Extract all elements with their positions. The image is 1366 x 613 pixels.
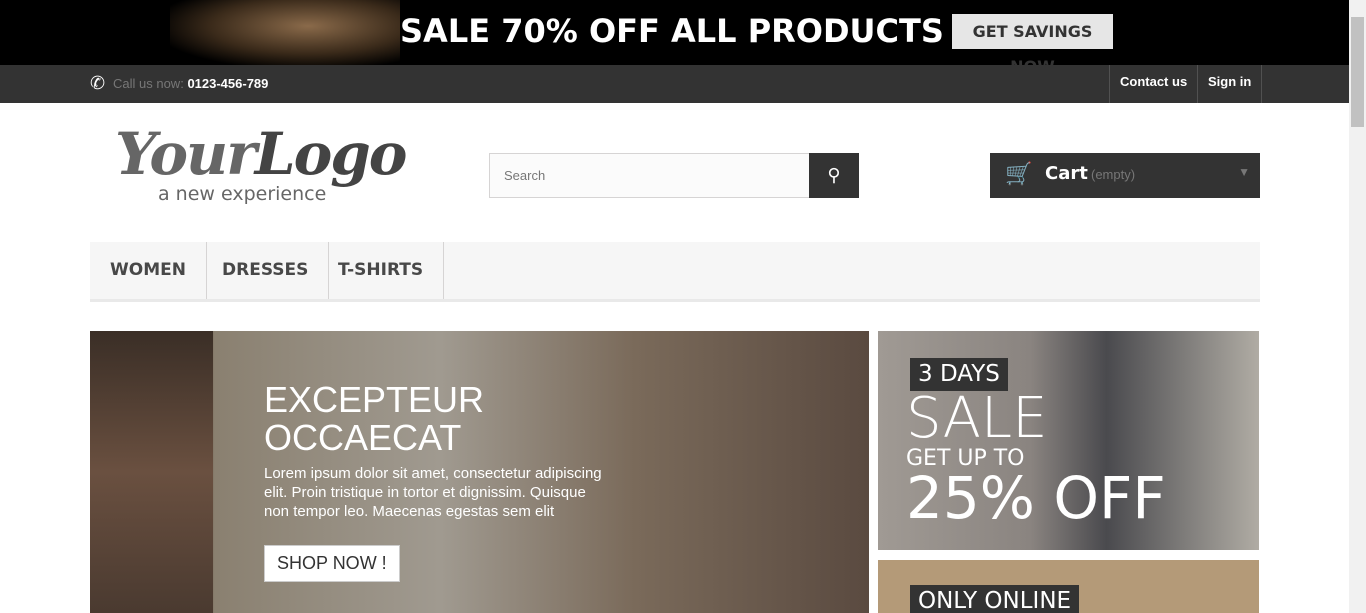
get-savings-button[interactable]: GET SAVINGS NOW bbox=[952, 14, 1113, 65]
phone-icon: ✆ bbox=[90, 73, 106, 93]
slider-text: Lorem ipsum dolor sit amet, consectetur … bbox=[264, 465, 602, 520]
cart-button[interactable]: 🛒 Cart (empty) ▼ bbox=[990, 153, 1260, 198]
sign-in-link[interactable]: Sign in bbox=[1197, 65, 1263, 103]
logo-tagline: a new experience bbox=[158, 183, 327, 205]
sale-text: SALE bbox=[906, 386, 1048, 451]
sale-banner[interactable]: 3 DAYS SALE GET UP TO 25% OFF bbox=[878, 331, 1259, 550]
home-slider[interactable]: EXCEPTEUR OCCAECAT Lorem ipsum dolor sit… bbox=[90, 331, 869, 613]
call-label: Call us now: bbox=[113, 76, 184, 91]
search-button[interactable]: ⚲ bbox=[809, 153, 859, 198]
phone-number: 0123-456-789 bbox=[187, 76, 269, 91]
promo-banner[interactable]: SALE 70% OFF ALL PRODUCTS GET SAVINGS NO… bbox=[0, 0, 1349, 65]
online-tag: ONLY ONLINE bbox=[910, 585, 1080, 613]
main-menu: WOMEN DRESSES T-SHIRTS bbox=[90, 242, 1260, 302]
logo[interactable]: YourLogo a new experience bbox=[115, 120, 408, 210]
sale-discount: 25% OFF bbox=[906, 464, 1166, 532]
logo-text-b: Logo bbox=[254, 120, 408, 188]
top-nav: ✆ Call us now: 0123-456-789 Contact us S… bbox=[0, 65, 1349, 103]
call-us: Call us now: 0123-456-789 bbox=[113, 76, 268, 91]
slider-image-man bbox=[90, 331, 213, 613]
logo-text-a: Your bbox=[115, 120, 257, 188]
banner-model-image bbox=[170, 0, 400, 65]
cart-icon: 🛒 bbox=[1005, 161, 1033, 186]
menu-item-dresses[interactable]: DRESSES bbox=[202, 242, 330, 299]
scrollbar-thumb[interactable] bbox=[1351, 17, 1364, 127]
shop-now-button[interactable]: SHOP NOW ! bbox=[264, 545, 400, 582]
slider-heading: EXCEPTEUR OCCAECAT bbox=[264, 379, 485, 458]
search-icon: ⚲ bbox=[827, 165, 841, 185]
cart-status: (empty) bbox=[1091, 167, 1136, 182]
banner-text: SALE 70% OFF ALL PRODUCTS bbox=[400, 12, 944, 50]
chevron-down-icon: ▼ bbox=[1238, 165, 1250, 179]
menu-item-tshirts[interactable]: T-SHIRTS bbox=[318, 242, 445, 299]
menu-item-women[interactable]: WOMEN bbox=[90, 242, 207, 299]
online-banner[interactable]: ONLY ONLINE bbox=[878, 560, 1259, 613]
search-input[interactable]: Search bbox=[489, 153, 810, 198]
scrollbar[interactable] bbox=[1349, 0, 1366, 613]
contact-us-link[interactable]: Contact us bbox=[1109, 65, 1197, 103]
cart-label: Cart bbox=[1045, 163, 1088, 184]
